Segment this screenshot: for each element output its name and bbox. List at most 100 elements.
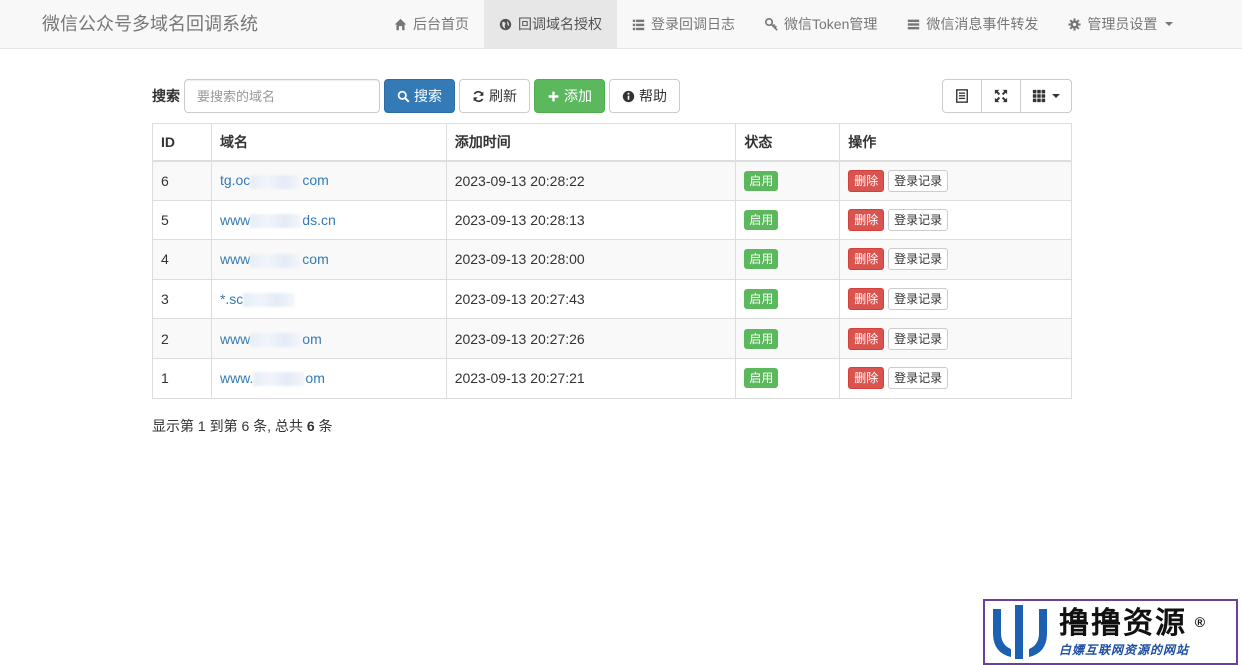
table-row: 1 www. om 2023-09-13 20:27:21 启用 删除 登录记录 — [152, 357, 1072, 399]
nav-item-label: 管理员设置 — [1087, 16, 1158, 32]
add-button[interactable]: 添加 — [534, 79, 605, 113]
cell-status: 启用 — [735, 199, 841, 241]
globe-icon — [499, 18, 512, 30]
delete-button[interactable]: 删除 — [848, 169, 885, 192]
refresh-icon — [473, 90, 484, 102]
cell-actions: 删除 登录记录 — [839, 160, 1072, 201]
status-badge: 启用 — [744, 170, 779, 191]
cell-id: 1 — [152, 357, 212, 399]
domain-link[interactable]: *.sc — [219, 290, 296, 308]
login-log-button[interactable]: 登录记录 — [888, 288, 949, 311]
cell-status: 启用 — [735, 318, 841, 359]
toolbar: 搜索 搜索 刷新 添加 帮助 — [152, 79, 680, 113]
nav-item-admin-settings[interactable]: 管理员设置 — [1053, 0, 1188, 48]
refresh-button-label: 刷新 — [489, 88, 517, 104]
header-id[interactable]: ID — [152, 123, 212, 162]
cell-domain: tg.oc com — [210, 160, 447, 201]
table-row: 3 *.sc 2023-09-13 20:27:43 启用 删除 登录记录 — [152, 278, 1072, 320]
domain-prefix: www. — [219, 370, 254, 387]
nav-item-callback-domains[interactable]: 回调域名授权 — [484, 0, 617, 48]
header-domain[interactable]: 域名 — [210, 123, 447, 162]
fullscreen-button[interactable] — [981, 79, 1021, 113]
key-icon — [765, 17, 778, 31]
caret-down-icon — [1165, 22, 1174, 26]
delete-button[interactable]: 删除 — [848, 367, 885, 390]
cell-status: 启用 — [735, 239, 841, 280]
nav-item-label: 微信Token管理 — [784, 16, 878, 32]
search-input[interactable] — [184, 79, 380, 113]
table-header-row: ID 域名 添加时间 状态 操作 — [152, 123, 1072, 162]
watermark-title: 撸撸资源 ® — [1059, 606, 1205, 641]
nav-item-login-logs[interactable]: 登录回调日志 — [617, 0, 750, 48]
header-added-time[interactable]: 添加时间 — [445, 123, 737, 162]
delete-button[interactable]: 删除 — [848, 327, 885, 350]
domain-table: ID 域名 添加时间 状态 操作 6 tg.oc com 2023-09-13 2… — [152, 123, 1072, 399]
redacted-blur — [253, 372, 306, 387]
columns-dropdown-button[interactable] — [1020, 79, 1072, 113]
cell-added-time: 2023-09-13 20:28:22 — [445, 160, 737, 201]
status-badge: 启用 — [744, 289, 779, 310]
delete-button[interactable]: 删除 — [848, 208, 885, 231]
pagination-info: 显示第 1 到第 6 条, 总共 6 条 — [152, 416, 333, 436]
redacted-blur — [243, 293, 296, 308]
add-button-label: 添加 — [564, 88, 592, 104]
header-status[interactable]: 状态 — [735, 123, 841, 162]
nav-item-label: 登录回调日志 — [651, 16, 735, 32]
help-button[interactable]: 帮助 — [609, 79, 680, 113]
nav-item-token[interactable]: 微信Token管理 — [750, 0, 892, 48]
delete-button[interactable]: 删除 — [848, 288, 885, 311]
cell-id: 6 — [152, 160, 212, 201]
cell-domain: www com — [210, 239, 447, 280]
redacted-blur — [250, 332, 303, 347]
pagination-prefix: 显示第 1 到第 6 条, 总共 — [152, 418, 307, 434]
domain-prefix: tg.oc — [219, 172, 251, 189]
refresh-button[interactable]: 刷新 — [459, 79, 530, 113]
domain-suffix: com — [302, 172, 329, 189]
watermark: 撸撸资源 ® 白嫖互联网资源的网站 — [983, 599, 1238, 665]
status-badge: 启用 — [744, 368, 779, 389]
login-log-button[interactable]: 登录记录 — [888, 208, 949, 231]
table-row: 2 www om 2023-09-13 20:27:26 启用 删除 登录记录 — [152, 318, 1072, 359]
toggle-card-view-button[interactable] — [942, 79, 982, 113]
login-log-button[interactable]: 登录记录 — [888, 327, 949, 350]
login-log-button[interactable]: 登录记录 — [888, 248, 949, 271]
cell-added-time: 2023-09-13 20:27:21 — [445, 357, 737, 399]
brand-title[interactable]: 微信公众号多域名回调系统 — [42, 0, 258, 49]
delete-button[interactable]: 删除 — [848, 248, 885, 271]
grid-icon — [1032, 89, 1046, 103]
domain-prefix: www — [219, 211, 251, 228]
watermark-subtitle: 白嫖互联网资源的网站 — [1059, 642, 1190, 657]
cell-domain: www ds.cn — [210, 199, 447, 241]
domain-link[interactable]: www ds.cn — [219, 211, 336, 229]
cell-actions: 删除 登录记录 — [839, 199, 1072, 241]
cell-id: 5 — [152, 199, 212, 241]
nav-item-home[interactable]: 后台首页 — [379, 0, 484, 48]
home-icon — [394, 18, 407, 30]
table-row: 5 www ds.cn 2023-09-13 20:28:13 启用 删除 登录记… — [152, 199, 1072, 241]
watermark-title-text: 撸撸资源 — [1059, 606, 1187, 640]
nav-item-message-forward[interactable]: 微信消息事件转发 — [892, 0, 1053, 48]
domain-suffix: ds.cn — [302, 211, 336, 228]
nav-item-label: 微信消息事件转发 — [926, 16, 1039, 32]
login-log-button[interactable]: 登录记录 — [888, 367, 949, 390]
domain-link[interactable]: www com — [219, 251, 329, 268]
watermark-text: 撸撸资源 ® 白嫖互联网资源的网站 — [1059, 606, 1205, 658]
cell-status: 启用 — [735, 160, 841, 201]
redacted-blur — [250, 253, 303, 268]
domain-prefix: www — [219, 251, 251, 268]
search-button[interactable]: 搜索 — [384, 79, 455, 113]
redacted-blur — [250, 214, 303, 229]
header-actions[interactable]: 操作 — [839, 123, 1072, 162]
domain-link[interactable]: www. om — [219, 370, 325, 387]
cell-added-time: 2023-09-13 20:27:26 — [445, 318, 737, 359]
domain-link[interactable]: tg.oc com — [219, 172, 329, 189]
domain-link[interactable]: www om — [220, 331, 322, 347]
navbar: 微信公众号多域名回调系统 后台首页 回调域名授权 登录回调日志 微信Token管… — [0, 0, 1242, 49]
login-log-button[interactable]: 登录记录 — [888, 169, 949, 192]
cell-id: 4 — [152, 239, 212, 280]
help-button-label: 帮助 — [639, 88, 667, 104]
domain-prefix: *.sc — [219, 290, 244, 307]
search-button-label: 搜索 — [414, 88, 442, 104]
caret-down-icon — [1052, 94, 1060, 98]
cell-actions: 删除 登录记录 — [839, 357, 1072, 399]
